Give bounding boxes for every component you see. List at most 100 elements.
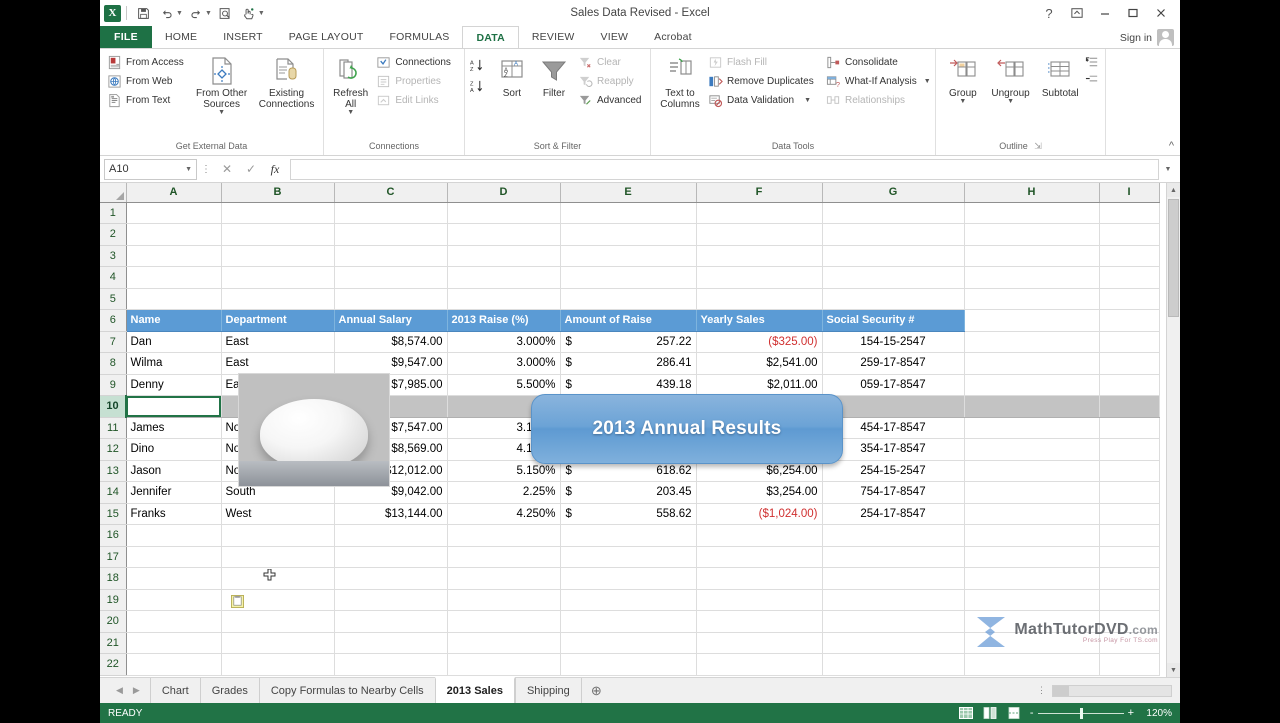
cell-h4[interactable] <box>964 266 1100 289</box>
cell-g2[interactable] <box>822 223 965 246</box>
cell-ssn[interactable]: 259-17-8547 <box>822 352 965 375</box>
existing-connections-button[interactable]: Existing Connections <box>254 52 319 112</box>
from-other-sources-button[interactable]: From Other Sources ▼ <box>189 52 254 118</box>
cell-a19[interactable] <box>126 589 222 611</box>
what-if-analysis-button[interactable]: ? What-If Analysis ▼ <box>823 73 931 90</box>
row-header-9[interactable]: 9 <box>100 374 127 396</box>
cell-e19[interactable] <box>560 589 697 611</box>
cell-e18[interactable] <box>560 567 697 590</box>
cell-g18[interactable] <box>822 567 965 590</box>
column-title-2013-raise[interactable]: 2013 Raise (%) <box>447 309 561 332</box>
zoom-track[interactable] <box>1037 707 1124 719</box>
annual-results-banner[interactable]: 2013 Annual Results <box>531 394 843 464</box>
vertical-scroll-thumb[interactable] <box>1168 199 1179 317</box>
row-header-12[interactable]: 12 <box>100 438 127 461</box>
cancel-formula-icon[interactable]: ✕ <box>215 159 239 180</box>
cell-name[interactable]: Wilma <box>126 352 222 375</box>
undo-icon[interactable] <box>156 3 178 23</box>
cell-a17[interactable] <box>126 546 222 568</box>
cell-i21[interactable] <box>1099 632 1160 654</box>
cell-e21[interactable] <box>560 632 697 654</box>
cell-h7[interactable] <box>964 331 1100 353</box>
cell-g17[interactable] <box>822 546 965 568</box>
cell-h1[interactable] <box>964 202 1100 224</box>
cell-e16[interactable] <box>560 524 697 547</box>
cell-f18[interactable] <box>696 567 823 590</box>
cell-i18[interactable] <box>1099 567 1160 590</box>
horizontal-scrollbar[interactable] <box>1052 684 1172 697</box>
cell-raise-pct[interactable]: 3.000% <box>447 331 561 353</box>
cell-amount-of-raise[interactable]: $558.62 <box>560 503 697 525</box>
column-header-g[interactable]: G <box>822 183 965 203</box>
row-header-7[interactable]: 7 <box>100 331 127 353</box>
cell-e20[interactable] <box>560 610 697 633</box>
zoom-out-icon[interactable]: - <box>1030 708 1034 719</box>
chevron-down-icon[interactable]: ▼ <box>959 98 966 105</box>
cell-b22[interactable] <box>221 653 335 676</box>
cell-name[interactable]: Franks <box>126 503 222 525</box>
scroll-down-icon[interactable]: ▼ <box>1167 663 1180 677</box>
chevron-down-icon[interactable]: ▼ <box>1007 98 1014 105</box>
undo-dropdown-icon[interactable]: ▼ <box>176 10 183 17</box>
from-web-button[interactable]: From Web <box>104 73 189 90</box>
cell-name[interactable]: Jason <box>126 460 222 482</box>
cell-h16[interactable] <box>964 524 1100 547</box>
sheet-tab-shipping[interactable]: Shipping <box>514 678 581 703</box>
cell-d5[interactable] <box>447 288 561 310</box>
cell-d19[interactable] <box>447 589 561 611</box>
cell-e22[interactable] <box>560 653 697 676</box>
cell-h5[interactable] <box>964 288 1100 310</box>
cell-i3[interactable] <box>1099 245 1160 267</box>
row-header-18[interactable]: 18 <box>100 567 127 590</box>
from-access-button[interactable]: From Access <box>104 54 189 71</box>
cell-c22[interactable] <box>334 653 448 676</box>
cell-g22[interactable] <box>822 653 965 676</box>
row-header-22[interactable]: 22 <box>100 653 127 676</box>
cell-yearly-sales[interactable]: ($1,024.00) <box>696 503 823 525</box>
cell-i20[interactable] <box>1099 610 1160 633</box>
cell-h22[interactable] <box>964 653 1100 676</box>
cell-f16[interactable] <box>696 524 823 547</box>
cell-yearly-sales[interactable]: $2,541.00 <box>696 352 823 375</box>
cell-e2[interactable] <box>560 223 697 246</box>
paste-options-icon[interactable] <box>231 595 244 608</box>
zoom-level[interactable]: 120% <box>1142 708 1172 719</box>
cell-a3[interactable] <box>126 245 222 267</box>
cell-c21[interactable] <box>334 632 448 654</box>
enter-formula-icon[interactable]: ✓ <box>239 159 263 180</box>
refresh-all-button[interactable]: Refresh All ▼ <box>328 52 373 118</box>
cell-raise-pct[interactable]: 3.000% <box>447 352 561 375</box>
cell-f20[interactable] <box>696 610 823 633</box>
cell-h21[interactable] <box>964 632 1100 654</box>
cell-name[interactable]: Dan <box>126 331 222 353</box>
tab-file[interactable]: FILE <box>100 26 152 48</box>
tab-acrobat[interactable]: Acrobat <box>641 26 705 48</box>
cell-i10[interactable] <box>1099 395 1160 418</box>
page-layout-view-icon[interactable] <box>982 706 998 720</box>
column-header-d[interactable]: D <box>447 183 561 203</box>
cell-raise-pct[interactable]: 2.25% <box>447 481 561 504</box>
cell-yearly-sales[interactable]: ($325.00) <box>696 331 823 353</box>
tab-home[interactable]: HOME <box>152 26 210 48</box>
cell-b2[interactable] <box>221 223 335 246</box>
cell-a20[interactable] <box>126 610 222 633</box>
cell-h19[interactable] <box>964 589 1100 611</box>
cell-c19[interactable] <box>334 589 448 611</box>
cell-g19[interactable] <box>822 589 965 611</box>
cell-i11[interactable] <box>1099 417 1160 439</box>
cell-d3[interactable] <box>447 245 561 267</box>
cell-d1[interactable] <box>447 202 561 224</box>
print-preview-icon[interactable] <box>214 3 236 23</box>
cell-c16[interactable] <box>334 524 448 547</box>
cell-d18[interactable] <box>447 567 561 590</box>
cell-d16[interactable] <box>447 524 561 547</box>
sort-z-to-a-button[interactable]: ZA <box>469 77 491 96</box>
customize-qat-icon[interactable]: ▼ <box>258 10 265 17</box>
cell-h11[interactable] <box>964 417 1100 439</box>
cell-i5[interactable] <box>1099 288 1160 310</box>
data-validation-button[interactable]: Data Validation ▼ <box>705 92 823 109</box>
name-box[interactable]: A10 ▼ <box>104 158 197 180</box>
collapse-ribbon-icon[interactable]: ^ <box>1169 140 1174 152</box>
chevron-down-icon[interactable]: ▼ <box>185 166 192 173</box>
cell-g16[interactable] <box>822 524 965 547</box>
